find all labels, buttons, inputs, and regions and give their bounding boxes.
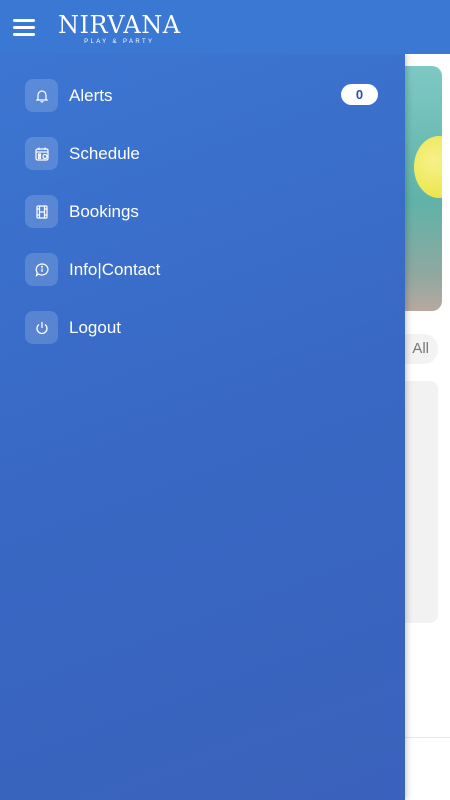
calendar-icon [25,137,58,170]
menu-item-info-contact[interactable]: Info|Contact [25,253,385,287]
menu-label-bookings: Bookings [69,202,139,221]
film-icon [25,195,58,228]
logo-title: NIRVANA [58,11,181,39]
app-logo: NIRVANA PLAY & PARTY [58,12,181,46]
menu-item-logout[interactable]: Logout [25,311,385,345]
hamburger-menu-icon[interactable] [13,19,35,36]
menu-label-schedule: Schedule [69,144,140,163]
top-app-bar: NIRVANA PLAY & PARTY [0,0,450,54]
alerts-count-badge: 0 [341,84,378,105]
ball-graphic [414,136,442,198]
bell-icon [25,79,58,112]
menu-item-alerts[interactable]: Alerts 0 [25,79,385,113]
menu-label-info-contact: Info|Contact [69,260,161,279]
menu-label-alerts: Alerts [69,86,113,105]
chat-info-icon [25,253,58,286]
power-icon [25,311,58,344]
logo-subtitle: PLAY & PARTY [84,39,155,45]
menu-item-schedule[interactable]: Schedule [25,137,385,171]
menu-item-bookings[interactable]: Bookings [25,195,385,229]
menu-label-logout: Logout [69,318,121,337]
navigation-drawer: Alerts 0 Schedule Bookings Info|Contact … [0,54,405,800]
